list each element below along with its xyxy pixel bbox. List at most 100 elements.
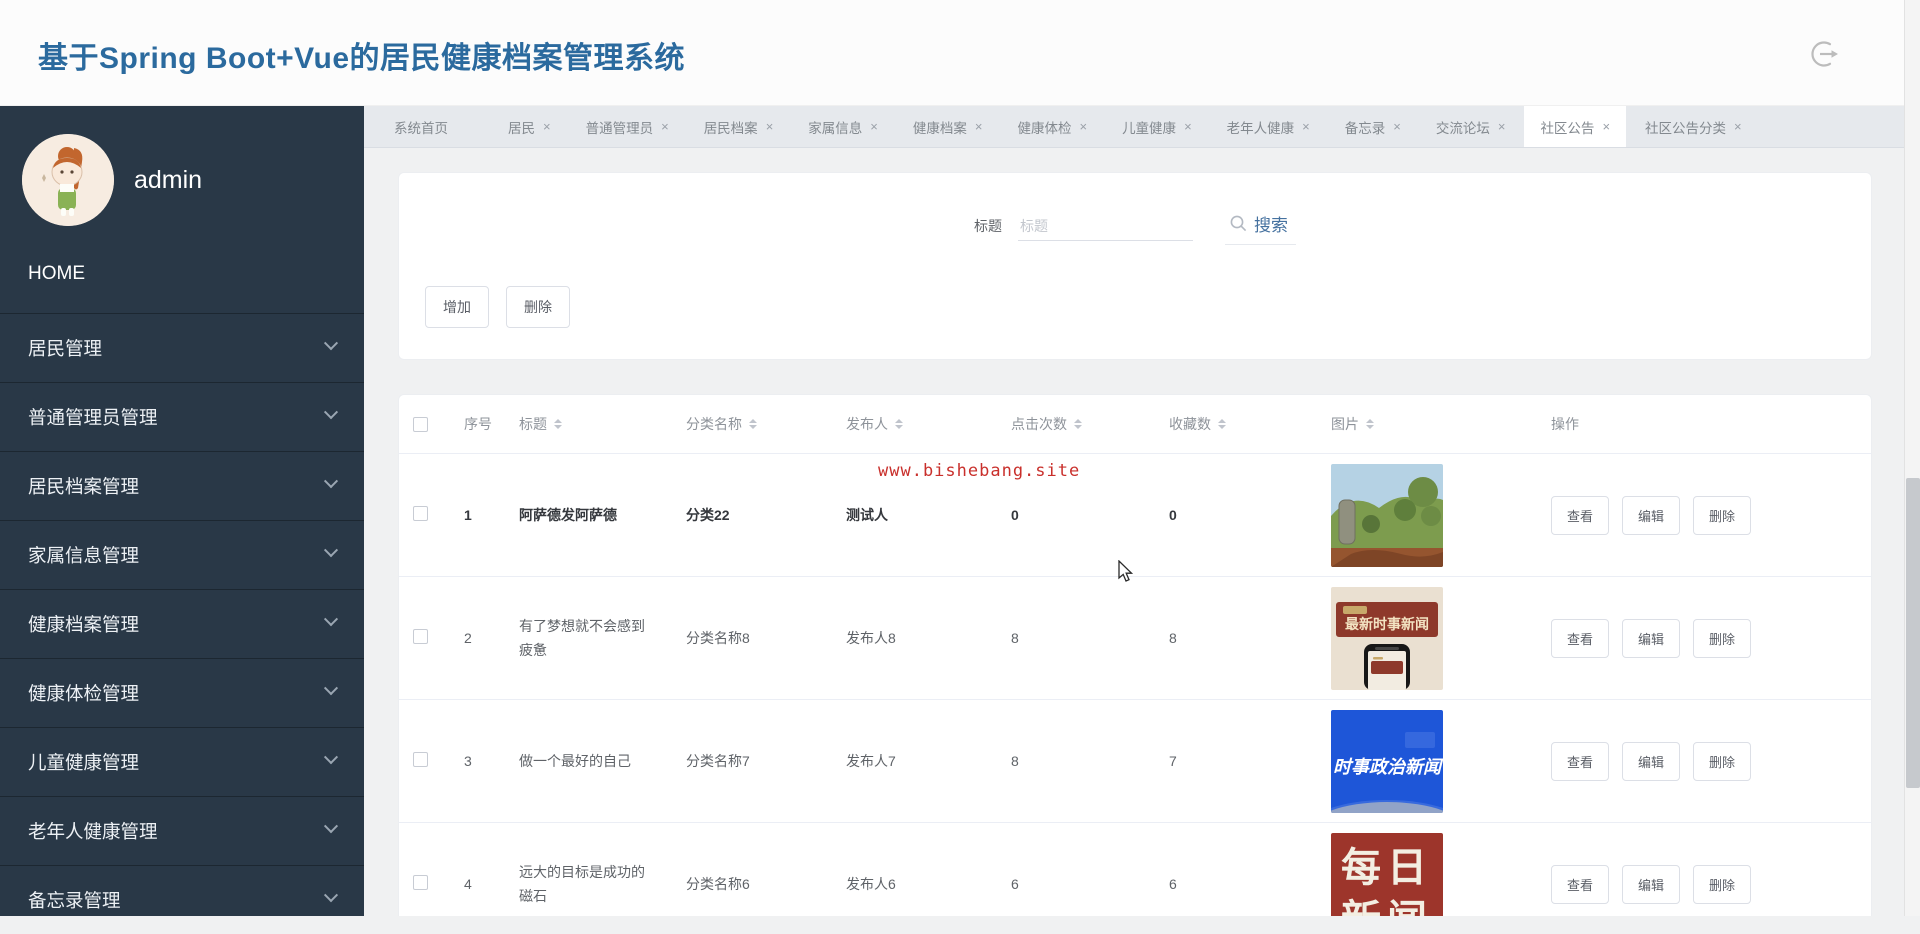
- sort-caret-icon[interactable]: [1218, 419, 1226, 429]
- tab-memo[interactable]: 备忘录: [1329, 106, 1417, 147]
- view-button[interactable]: 查看: [1551, 864, 1610, 904]
- tab-admin[interactable]: 普通管理员: [570, 106, 685, 147]
- sort-caret-icon[interactable]: [1366, 419, 1374, 429]
- edit-button[interactable]: 编辑: [1622, 618, 1681, 658]
- sidebar-item-child-health-mgmt[interactable]: 儿童健康管理: [0, 727, 364, 796]
- row-checkbox[interactable]: [413, 506, 428, 521]
- sort-caret-icon[interactable]: [749, 419, 757, 429]
- table-row: 2 有了梦想就不会感到疲惫 分类名称8 发布人8 8 8 最新时事新闻 查看 编…: [399, 576, 1871, 699]
- chevron-down-icon: [323, 888, 339, 903]
- chevron-down-icon: [323, 474, 339, 489]
- close-icon[interactable]: [1184, 120, 1192, 133]
- close-icon[interactable]: [1393, 120, 1401, 133]
- tab-resident-archive[interactable]: 居民档案: [688, 106, 790, 147]
- page-title: 基于Spring Boot+Vue的居民健康档案管理系统: [38, 42, 686, 75]
- close-icon[interactable]: [766, 120, 774, 133]
- column-header-title[interactable]: 标题: [519, 414, 686, 434]
- view-button[interactable]: 查看: [1551, 495, 1610, 535]
- delete-button[interactable]: 删除: [506, 286, 570, 328]
- row-title: 远大的目标是成功的磁石: [519, 864, 645, 904]
- nature-photo-image[interactable]: [1331, 463, 1443, 567]
- view-button[interactable]: 查看: [1551, 741, 1610, 781]
- sidebar-item-resident-archive-mgmt[interactable]: 居民档案管理: [0, 451, 364, 520]
- tab-resident[interactable]: 居民: [492, 106, 567, 147]
- chevron-down-icon: [323, 405, 339, 420]
- tab-community-notice[interactable]: 社区公告: [1524, 106, 1627, 147]
- delete-row-button[interactable]: 删除: [1693, 618, 1752, 658]
- row-favorites: 6: [1169, 876, 1177, 892]
- tab-health-exam[interactable]: 健康体检: [1001, 106, 1103, 147]
- sidebar-item-memo-mgmt[interactable]: 备忘录管理: [0, 865, 364, 934]
- table-row: 1 阿萨德发阿萨德 分类22 测试人 0 0 查看 编辑 删除: [399, 453, 1871, 576]
- logout-icon[interactable]: [1806, 36, 1842, 72]
- svg-text:每日: 每日: [1341, 846, 1433, 890]
- chevron-down-icon: [323, 750, 339, 765]
- delete-row-button[interactable]: 删除: [1693, 864, 1752, 904]
- tab-family-info[interactable]: 家属信息: [792, 106, 894, 147]
- add-button[interactable]: 增加: [425, 286, 489, 328]
- blue-news-poster-image[interactable]: 时事政治新闻: [1331, 709, 1443, 813]
- svg-text:最新时事新闻: 最新时事新闻: [1345, 616, 1429, 632]
- daily-news-poster-image[interactable]: 每日 新闻: [1331, 832, 1443, 917]
- row-checkbox[interactable]: [413, 752, 428, 767]
- sidebar-item-health-archive-mgmt[interactable]: 健康档案管理: [0, 589, 364, 658]
- tab-home[interactable]: 系统首页: [378, 106, 464, 147]
- column-header-favorites[interactable]: 收藏数: [1169, 414, 1331, 434]
- column-header-publisher[interactable]: 发布人: [846, 414, 1011, 434]
- page-scrollbar[interactable]: [1904, 0, 1920, 916]
- column-header-image[interactable]: 图片: [1331, 414, 1551, 434]
- close-icon[interactable]: [870, 120, 878, 133]
- close-icon[interactable]: [1734, 120, 1742, 133]
- search-input[interactable]: [1018, 211, 1193, 241]
- close-icon[interactable]: [661, 120, 669, 133]
- close-icon[interactable]: [1302, 120, 1310, 133]
- edit-button[interactable]: 编辑: [1622, 864, 1681, 904]
- row-checkbox[interactable]: [413, 629, 428, 644]
- tab-health-archive[interactable]: 健康档案: [897, 106, 999, 147]
- column-header-category[interactable]: 分类名称: [686, 414, 846, 434]
- sidebar-item-elder-health-mgmt[interactable]: 老年人健康管理: [0, 796, 364, 865]
- table-card: 序号 标题 分类名称 发布人 点击次数 收藏数 图片 操作 1 阿萨德发阿萨德 …: [398, 394, 1872, 916]
- tab-child-health[interactable]: 儿童健康: [1106, 106, 1208, 147]
- edit-button[interactable]: 编辑: [1622, 495, 1681, 535]
- close-icon[interactable]: [543, 120, 551, 133]
- select-all-checkbox[interactable]: [413, 416, 428, 432]
- sidebar-item-home[interactable]: HOME: [28, 254, 328, 294]
- row-checkbox[interactable]: [413, 875, 428, 890]
- delete-row-button[interactable]: 删除: [1693, 741, 1752, 781]
- scrollbar-thumb[interactable]: [1906, 478, 1920, 788]
- close-icon[interactable]: [1498, 120, 1506, 133]
- tab-elder-health[interactable]: 老年人健康: [1211, 106, 1326, 147]
- column-header-clicks[interactable]: 点击次数: [1011, 414, 1169, 434]
- table-row: 3 做一个最好的自己 分类名称7 发布人7 8 7 时事政治新闻 查看 编辑 删…: [399, 699, 1871, 822]
- row-no: 3: [464, 753, 472, 769]
- close-icon[interactable]: [975, 120, 983, 133]
- sort-caret-icon[interactable]: [1074, 419, 1082, 429]
- view-button[interactable]: 查看: [1551, 618, 1610, 658]
- sort-caret-icon[interactable]: [895, 419, 903, 429]
- news-banner-phone-image[interactable]: 最新时事新闻: [1331, 586, 1443, 690]
- row-title: 有了梦想就不会感到疲惫: [519, 618, 645, 658]
- toolbar-buttons: 增加 删除: [425, 286, 570, 328]
- sidebar-item-resident-mgmt[interactable]: 居民管理: [0, 313, 364, 382]
- column-header-no[interactable]: 序号: [443, 414, 519, 434]
- sort-caret-icon[interactable]: [554, 419, 562, 429]
- tab-forum[interactable]: 交流论坛: [1420, 106, 1522, 147]
- edit-button[interactable]: 编辑: [1622, 741, 1681, 781]
- sidebar-item-admin-mgmt[interactable]: 普通管理员管理: [0, 382, 364, 451]
- row-category: 分类名称7: [686, 753, 750, 769]
- close-icon[interactable]: [1602, 120, 1610, 133]
- row-publisher: 发布人7: [846, 753, 896, 769]
- search-button[interactable]: 搜索: [1225, 207, 1296, 245]
- sidebar-item-health-exam-mgmt[interactable]: 健康体检管理: [0, 658, 364, 727]
- avatar[interactable]: [22, 134, 114, 226]
- close-icon[interactable]: [1079, 120, 1087, 133]
- sidebar: admin HOME 居民管理 普通管理员管理 居民档案管理 家属信息管理 健康…: [0, 106, 364, 916]
- tab-community-notice-category[interactable]: 社区公告分类: [1629, 106, 1758, 147]
- table-row: 4 远大的目标是成功的磁石 分类名称6 发布人6 6 6 每日 新闻 查看 编辑…: [399, 822, 1871, 916]
- chevron-down-icon: [323, 681, 339, 696]
- delete-row-button[interactable]: 删除: [1693, 495, 1752, 535]
- mouse-cursor: [1118, 559, 1140, 589]
- row-no: 1: [464, 507, 472, 523]
- sidebar-item-family-info-mgmt[interactable]: 家属信息管理: [0, 520, 364, 589]
